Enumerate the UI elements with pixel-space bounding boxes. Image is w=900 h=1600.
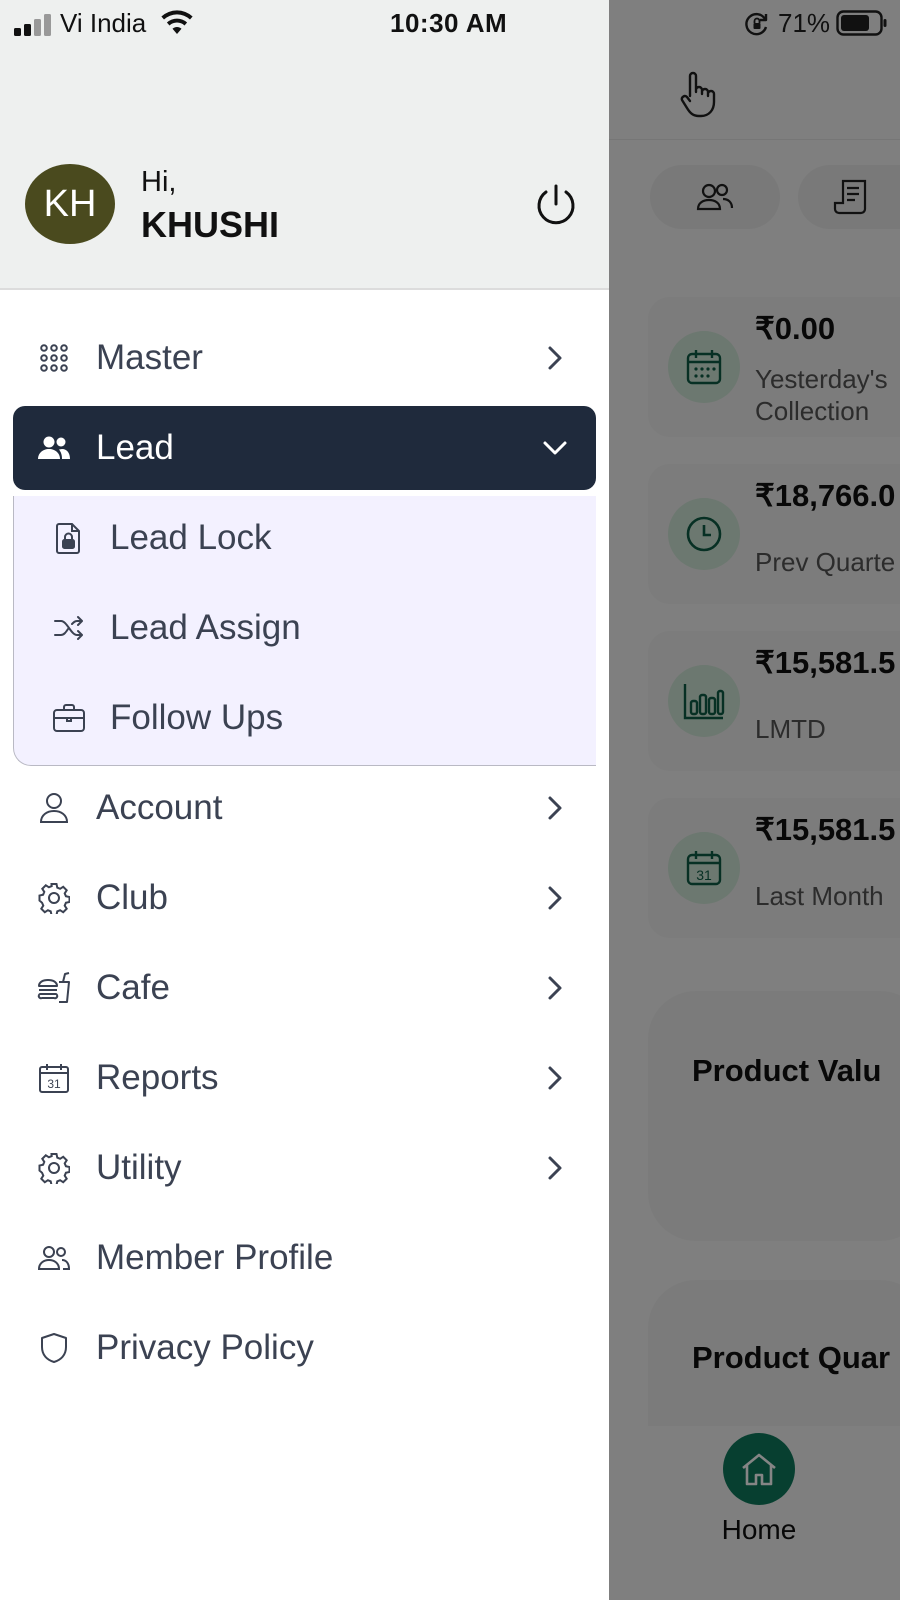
lead-submenu: Lead Lock Lead Assign Follow Ups [13, 496, 596, 766]
menu-item-member-profile[interactable]: Member Profile [13, 1216, 596, 1300]
users-icon [37, 431, 71, 465]
power-icon[interactable] [532, 182, 580, 230]
chevron-right-icon [540, 883, 570, 913]
menu-item-lead[interactable]: Lead [13, 406, 596, 490]
gear-icon [37, 1151, 71, 1185]
menu-item-label: Account [96, 788, 223, 827]
menu-item-account[interactable]: Account [13, 766, 596, 850]
shuffle-icon [52, 611, 86, 645]
chevron-right-icon [540, 973, 570, 1003]
menu-item-label: Reports [96, 1058, 219, 1097]
submenu-item-lead-assign[interactable]: Lead Assign [14, 586, 597, 670]
menu-item-label: Utility [96, 1148, 182, 1187]
chevron-right-icon [540, 343, 570, 373]
shield-icon [37, 1331, 71, 1365]
calendar-icon: 31 [37, 1061, 71, 1095]
food-icon [37, 971, 71, 1005]
menu-item-reports[interactable]: 31 Reports [13, 1036, 596, 1120]
menu-item-club[interactable]: Club [13, 856, 596, 940]
menu-item-privacy-policy[interactable]: Privacy Policy [13, 1306, 596, 1390]
menu-item-label: Member Profile [96, 1238, 334, 1277]
menu-item-utility[interactable]: Utility [13, 1126, 596, 1210]
menu-item-label: Cafe [96, 968, 170, 1007]
file-lock-icon [52, 521, 86, 555]
navigation-drawer: KH Hi, KHUSHI Master Lead Lead Lock Lead… [0, 0, 609, 1600]
chevron-down-icon [540, 433, 570, 463]
chevron-right-icon [540, 793, 570, 823]
wifi-icon [160, 10, 194, 43]
carrier-name: Vi India [60, 8, 147, 38]
greeting-text: Hi, [141, 166, 177, 198]
users-outline-icon [37, 1241, 71, 1275]
briefcase-icon [52, 701, 86, 735]
signal-icon [14, 12, 54, 43]
battery-percentage: 71% [778, 8, 831, 38]
submenu-item-lead-lock[interactable]: Lead Lock [14, 496, 597, 580]
svg-text:31: 31 [47, 1077, 61, 1091]
user-name: KHUSHI [141, 204, 280, 245]
submenu-item-label: Follow Ups [110, 698, 284, 737]
gear-icon [37, 881, 71, 915]
menu-item-label: Club [96, 878, 168, 917]
status-bar: Vi India 10:30 AM 71% [0, 0, 900, 46]
chevron-right-icon [540, 1153, 570, 1183]
clock-time: 10:30 AM [390, 8, 508, 38]
rotation-lock-icon [744, 11, 770, 44]
chevron-right-icon [540, 1063, 570, 1093]
user-icon [37, 791, 71, 825]
battery-icon [836, 10, 888, 43]
grid-dots-icon [37, 341, 71, 375]
avatar: KH [25, 164, 115, 244]
menu-item-label: Master [96, 338, 203, 377]
submenu-item-follow-ups[interactable]: Follow Ups [14, 676, 597, 760]
submenu-item-label: Lead Assign [110, 608, 301, 647]
menu-item-label: Privacy Policy [96, 1328, 314, 1367]
menu-item-master[interactable]: Master [13, 316, 596, 400]
submenu-item-label: Lead Lock [110, 518, 272, 557]
menu-item-cafe[interactable]: Cafe [13, 946, 596, 1030]
menu-item-label: Lead [96, 428, 174, 467]
